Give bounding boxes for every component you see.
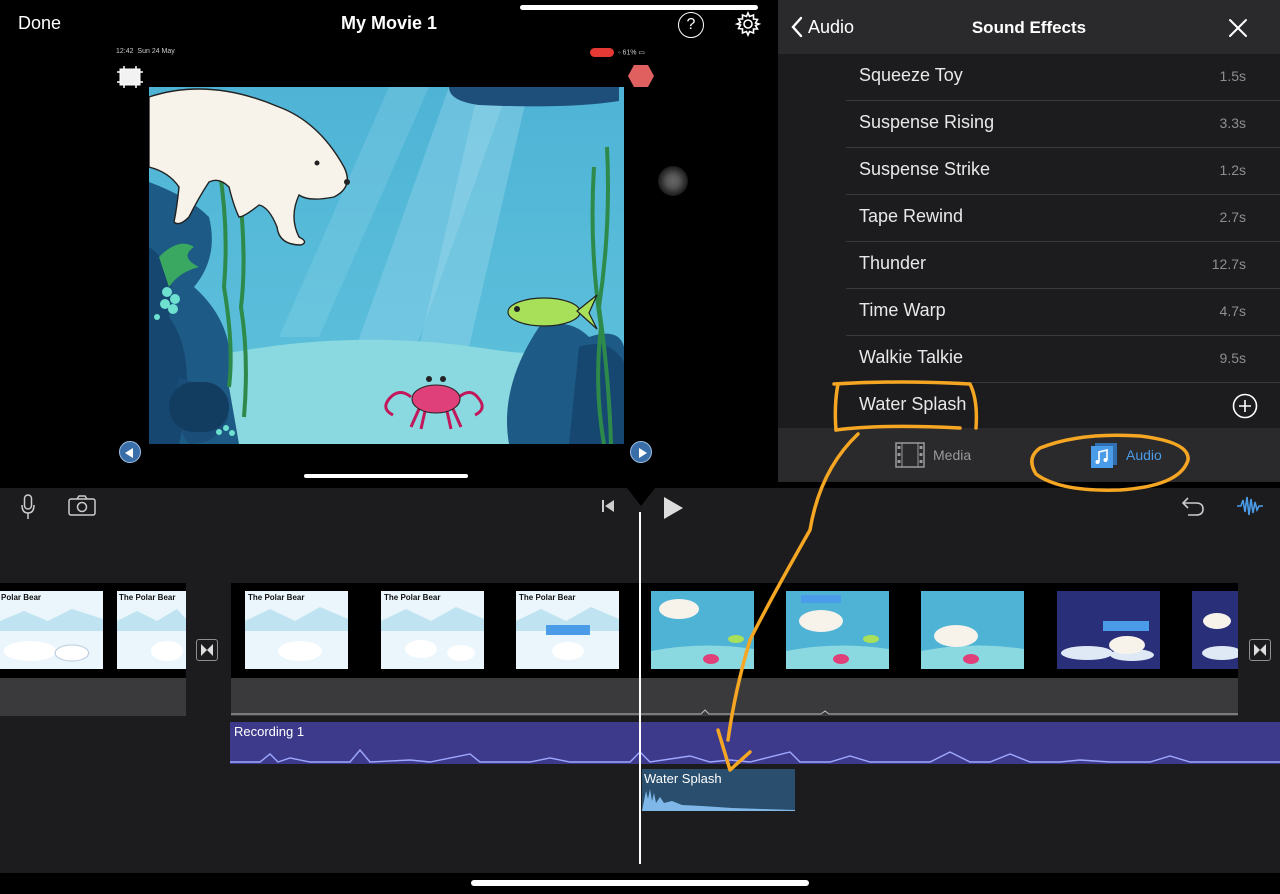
film-strip-icon [895, 442, 925, 468]
clip-title: Polar Bear [1, 593, 42, 602]
sound-duration: 1.2s [1219, 162, 1246, 178]
clip-thumbnail [117, 591, 186, 669]
clip-thumbnail [516, 591, 619, 669]
back-to-audio-button[interactable]: Audio [790, 16, 854, 38]
transition-icon[interactable] [1249, 639, 1271, 661]
sound-name: Thunder [859, 253, 927, 273]
water-splash-audio-clip[interactable]: Water Splash [642, 769, 795, 811]
preview-home-indicator [304, 474, 468, 478]
stop-octagon-icon [628, 65, 654, 87]
clip-title: The Polar Bear [248, 593, 305, 602]
clip-audio-strip [0, 678, 186, 716]
sound-duration: 1.5s [1219, 68, 1246, 84]
play-icon[interactable] [662, 496, 684, 520]
sound-effects-list: Squeeze Toy 1.5s Suspense Rising 3.3s Su… [778, 54, 1280, 430]
panel-tab-bar: Media Audio [778, 428, 1280, 482]
water-splash-waveform [642, 789, 795, 811]
playhead-marker-icon [627, 488, 655, 506]
clip-thumbnail [651, 591, 754, 669]
video-clip[interactable]: Polar Bear The Polar Bear [0, 583, 186, 678]
sound-duration: 2.7s [1219, 209, 1246, 225]
list-item[interactable]: Suspense Rising 3.3s [846, 101, 1280, 148]
fullscreen-icon [117, 66, 143, 88]
list-item[interactable]: Thunder 12.7s [846, 242, 1280, 289]
bowtie-icon [1254, 644, 1266, 656]
sound-effects-panel: Audio Sound Effects Squeeze Toy 1.5s Sus… [778, 0, 1280, 482]
recording-audio-clip[interactable]: Recording 1 [230, 722, 1280, 764]
list-item[interactable]: Squeeze Toy 1.5s [846, 54, 1280, 101]
clip-title: The Polar Bear [384, 593, 441, 602]
video-preview: 12:42 Sun 24 May ◦ 61% ▭ [0, 44, 778, 488]
list-item[interactable]: Tape Rewind 2.7s [846, 195, 1280, 242]
preview-status-right: ◦ 61% ▭ [590, 48, 645, 57]
wifi-icon: ◦ [618, 49, 621, 57]
recording-label: Recording 1 [234, 724, 305, 739]
sound-name: Walkie Talkie [859, 347, 964, 367]
sound-name: Suspense Rising [859, 112, 995, 132]
skip-back-icon[interactable] [600, 498, 616, 514]
clip-thumbnail [1192, 591, 1238, 669]
project-title: My Movie 1 [340, 13, 438, 33]
recording-indicator-icon [590, 48, 614, 57]
home-indicator [471, 880, 809, 886]
playhead[interactable] [639, 512, 641, 864]
water-splash-label: Water Splash [644, 771, 722, 786]
clip-thumbnail [786, 591, 889, 669]
status-indicator [520, 5, 758, 10]
recording-waveform [230, 748, 1280, 763]
tab-audio[interactable]: Audio [1090, 442, 1162, 468]
clip-audio-waveform [231, 709, 1238, 715]
close-icon[interactable] [1228, 18, 1248, 38]
clip-title: The Polar Bear [119, 593, 176, 602]
sound-name: Suspense Strike [859, 159, 991, 179]
clip-thumbnail [0, 591, 103, 669]
clip-thumbnail [1057, 591, 1160, 669]
sound-duration: 4.7s [1219, 303, 1246, 319]
battery-icon: ▭ [638, 49, 646, 57]
clip-thumbnail [381, 591, 484, 669]
sound-duration: 12.7s [1211, 256, 1246, 272]
panel-header: Audio Sound Effects [778, 0, 1280, 54]
preview-status-left: 12:42 Sun 24 May [116, 48, 175, 55]
bottom-bar [0, 873, 1280, 894]
next-slide-icon [630, 441, 652, 463]
done-button[interactable]: Done [18, 13, 61, 34]
sound-name: Squeeze Toy [859, 65, 963, 85]
list-item[interactable]: Time Warp 4.7s [846, 289, 1280, 336]
chevron-left-icon [791, 16, 803, 38]
touch-pointer-icon [658, 166, 688, 196]
clip-audio-strip [231, 678, 1238, 716]
microphone-icon[interactable] [20, 494, 36, 520]
transition-icon[interactable] [196, 639, 218, 661]
clip-thumbnail [921, 591, 1024, 669]
list-item[interactable]: Walkie Talkie 9.5s [846, 336, 1280, 383]
clip-title: The Polar Bear [519, 593, 576, 602]
camera-icon[interactable] [68, 494, 96, 516]
list-item[interactable]: Suspense Strike 1.2s [846, 148, 1280, 195]
sound-name: Water Splash [859, 394, 967, 414]
top-bar: Done My Movie 1 ? [0, 0, 778, 50]
gear-icon[interactable] [735, 11, 761, 37]
undo-icon[interactable] [1180, 494, 1206, 518]
bowtie-icon [201, 644, 213, 656]
sound-name: Time Warp [859, 300, 946, 320]
video-clip[interactable]: The Polar Bear The Polar Bear The Polar … [231, 583, 1238, 678]
polar-bear-underwater-scene [149, 87, 624, 444]
sound-name: Tape Rewind [859, 206, 964, 226]
help-icon[interactable]: ? [678, 12, 704, 38]
add-sound-icon[interactable] [1232, 393, 1258, 419]
audio-waveform-icon[interactable] [1236, 494, 1264, 518]
previous-slide-icon [119, 441, 141, 463]
list-item-water-splash[interactable]: Water Splash [846, 383, 1280, 430]
music-note-icon [1091, 443, 1117, 468]
sound-duration: 3.3s [1219, 115, 1246, 131]
tab-media[interactable]: Media [895, 442, 971, 468]
sound-duration: 9.5s [1219, 350, 1246, 366]
clip-thumbnail [245, 591, 348, 669]
